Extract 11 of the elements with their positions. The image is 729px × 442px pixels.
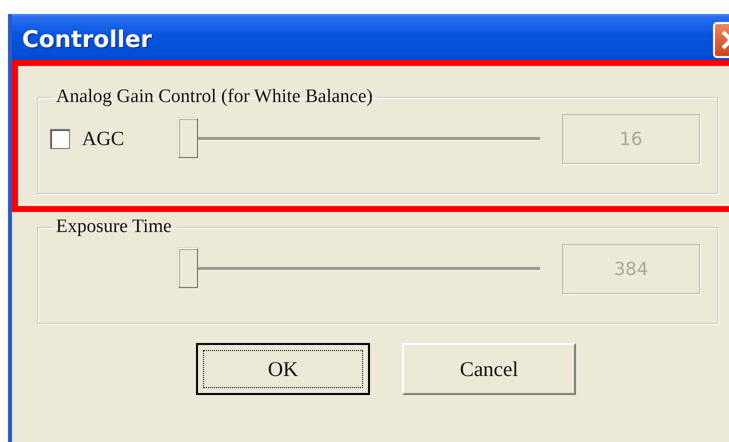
- dialog-button[interactable]: Cancel: [402, 343, 576, 395]
- window-title: Controller: [22, 27, 152, 53]
- dialog-button[interactable]: OK: [196, 343, 370, 395]
- slider-thumb[interactable]: [178, 248, 198, 288]
- checkbox-label: AGC: [82, 128, 124, 150]
- slider[interactable]: [178, 118, 540, 160]
- checkbox[interactable]: [50, 129, 70, 149]
- group-title: Analog Gain Control (for White Balance): [55, 86, 374, 108]
- group-title: Exposure Time: [55, 216, 173, 238]
- slider[interactable]: [178, 248, 540, 290]
- slider-thumb[interactable]: [178, 118, 198, 158]
